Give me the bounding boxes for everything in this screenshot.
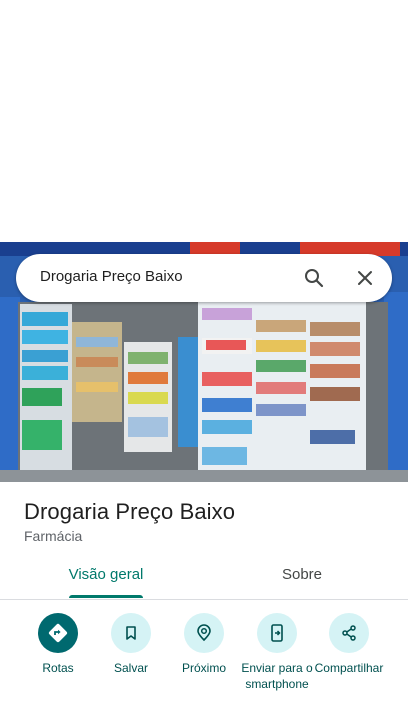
nearby-icon [184,613,224,653]
search-input[interactable]: Drogaria Preço Baixo [40,268,183,285]
send-to-phone-icon [257,613,297,653]
search-bar[interactable]: Drogaria Preço Baixo [16,254,392,302]
tab-bar: Visão geral Sobre [0,560,408,600]
nearby-button[interactable]: Próximo [164,613,244,676]
place-category: Farmácia [24,528,83,544]
directions-label: Rotas [42,661,74,675]
send-to-phone-label: Enviar para o smartphone [241,661,313,691]
bookmark-icon [111,613,151,653]
share-label: Compartilhar [314,661,384,675]
save-label: Salvar [113,661,148,675]
tab-indicator [69,595,143,598]
tab-overview[interactable]: Visão geral [4,560,208,598]
close-icon[interactable] [353,266,377,290]
directions-button[interactable]: Rotas [18,613,98,676]
share-button[interactable]: Compartilhar [309,613,389,676]
tab-about[interactable]: Sobre [200,560,404,598]
place-title: Drogaria Preço Baixo [24,499,236,524]
nearby-label: Próximo [181,661,226,675]
send-to-phone-button[interactable]: Enviar para o smartphone [237,613,317,692]
save-button[interactable]: Salvar [91,613,171,676]
share-icon [329,613,369,653]
search-icon[interactable] [302,266,326,290]
directions-icon [38,613,78,653]
